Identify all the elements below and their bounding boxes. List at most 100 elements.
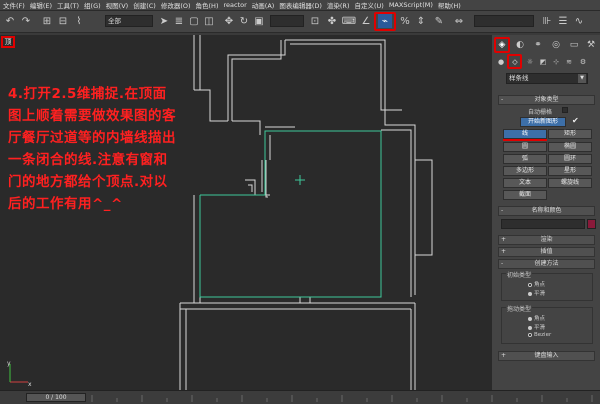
wall-line xyxy=(248,184,253,192)
select-by-name-icon[interactable]: ≣ xyxy=(172,14,186,28)
menu-item[interactable]: 角色(H) xyxy=(196,0,219,10)
drag-type-corner-radio[interactable]: 角点 xyxy=(528,314,545,322)
rect-selection-region-icon[interactable]: ▢ xyxy=(187,14,201,28)
window-crossing-icon[interactable]: ◫ xyxy=(202,14,216,28)
menu-item[interactable]: MAXScript(M) xyxy=(389,1,433,9)
named-selection-sets-icon[interactable]: ✎ xyxy=(432,14,446,28)
spinner-snap-icon[interactable]: ⇕ xyxy=(414,14,428,28)
pivot-center-icon[interactable]: ⊡ xyxy=(308,14,322,28)
wall-line xyxy=(380,95,402,111)
select-manipulate-icon[interactable]: ✤ xyxy=(325,14,339,28)
wall-line xyxy=(231,40,282,121)
select-move-icon[interactable]: ✥ xyxy=(222,14,236,28)
shape-button-circle[interactable]: 圆 xyxy=(503,142,547,152)
select-object-icon[interactable]: ➤ xyxy=(157,14,171,28)
percent-snap-icon[interactable]: % xyxy=(398,14,412,28)
shape-button-text[interactable]: 文本 xyxy=(503,178,547,188)
checkmark-icon[interactable]: ✔ xyxy=(572,116,579,125)
lights-icon[interactable]: ☼ xyxy=(525,57,535,67)
shape-button-ngon[interactable]: 多边形 xyxy=(503,166,547,176)
shape-button-arc[interactable]: 弧 xyxy=(503,154,547,164)
shape-button-line[interactable]: 线 xyxy=(503,129,547,139)
shape-button-donut[interactable]: 圆环 xyxy=(548,154,592,164)
svg-text:x: x xyxy=(28,381,32,388)
menu-item[interactable]: 修改器(O) xyxy=(161,0,191,10)
shape-button-helix[interactable]: 螺旋线 xyxy=(548,178,592,188)
menu-item[interactable]: 工具(T) xyxy=(57,0,79,10)
menu-item[interactable]: 视图(V) xyxy=(106,0,129,10)
timeline-ticks[interactable] xyxy=(90,394,595,402)
drag-type-bezier-radio[interactable]: Bezier xyxy=(528,332,551,338)
floor-plan[interactable] xyxy=(170,35,491,390)
object-color-swatch[interactable] xyxy=(587,219,596,229)
traced-spline[interactable] xyxy=(199,130,382,298)
menu-item[interactable]: 自定义(U) xyxy=(354,0,383,10)
select-scale-icon[interactable]: ▣ xyxy=(252,14,266,28)
axis-tripod-icon: x y xyxy=(7,360,32,388)
curve-editor-icon[interactable]: ∿ xyxy=(572,14,586,28)
viewport-label[interactable]: 顶 xyxy=(1,36,15,48)
menu-item[interactable]: 图表编辑器(D) xyxy=(279,0,322,10)
menu-item[interactable]: 创建(C) xyxy=(133,0,156,10)
hierarchy-tab-icon[interactable]: ⚭ xyxy=(532,39,544,51)
menu-item[interactable]: 编辑(E) xyxy=(30,0,52,10)
name-color-header: 名称和颜色 xyxy=(531,207,562,214)
display-tab-icon[interactable]: ▭ xyxy=(568,39,580,51)
menu-item[interactable]: 帮助(H) xyxy=(438,0,461,10)
named-selection-input[interactable] xyxy=(474,15,534,27)
shape-button-ellipse[interactable]: 椭圆 xyxy=(548,142,592,152)
menu-item[interactable]: 组(G) xyxy=(84,0,101,10)
shape-button-star[interactable]: 星形 xyxy=(548,166,592,176)
keyboard-entry-rollout[interactable]: + 键盘输入 xyxy=(498,351,595,361)
select-rotate-icon[interactable]: ↻ xyxy=(237,14,251,28)
command-panel: ◈ ◐ ⚭ ◎ ▭ ⚒ ● ◇ ☼ ◩ ⊹ ≋ ⚙ 样条线 ▼ - 对象类型 自… xyxy=(491,35,600,390)
drag-type-smooth-radio[interactable]: 平滑 xyxy=(528,323,545,331)
shape-button-rectangle[interactable]: 矩形 xyxy=(548,129,592,139)
category-dropdown[interactable]: 样条线 ▼ xyxy=(506,73,588,84)
mirror-icon[interactable]: ⇔ xyxy=(452,14,466,28)
modify-tab-icon[interactable]: ◐ xyxy=(514,39,526,51)
object-name-input[interactable] xyxy=(501,219,585,229)
rendering-rollout[interactable]: + 渲染 xyxy=(498,235,595,245)
shape-button-section[interactable]: 截面 xyxy=(503,190,547,200)
name-color-rollout[interactable]: - 名称和颜色 xyxy=(498,206,595,216)
select-link-icon[interactable]: ⊞ xyxy=(40,14,54,28)
instruction-text: 4.打开2.5维捕捉.在顶面图上顺着需要做效果图的客厅餐厅过道等的内墙线描出一条… xyxy=(8,86,176,212)
time-slider[interactable]: 0 / 100 xyxy=(26,393,86,402)
motion-tab-icon[interactable]: ◎ xyxy=(550,39,562,51)
wall-line xyxy=(265,160,268,198)
helpers-icon[interactable]: ⊹ xyxy=(551,57,561,67)
systems-icon[interactable]: ⚙ xyxy=(578,57,588,67)
align-icon[interactable]: ⊪ xyxy=(540,14,554,28)
start-new-shape-button[interactable]: 开始新图形 xyxy=(520,117,566,127)
keyboard-shortcut-icon[interactable]: ⌨ xyxy=(342,14,356,28)
auto-grid-checkbox[interactable] xyxy=(562,107,568,113)
menu-item[interactable]: reactor xyxy=(223,1,246,9)
utilities-tab-icon[interactable]: ⚒ xyxy=(585,39,597,51)
initial-type-smooth-radio[interactable]: 平滑 xyxy=(528,289,545,297)
reference-coord-dropdown[interactable] xyxy=(270,15,304,27)
menu-item[interactable]: 动画(A) xyxy=(252,0,275,10)
object-type-rollout[interactable]: - 对象类型 xyxy=(498,95,595,105)
object-type-header: 对象类型 xyxy=(534,96,559,103)
shapes-highlight xyxy=(507,54,522,69)
undo-icon[interactable]: ↶ xyxy=(3,14,17,28)
cameras-icon[interactable]: ◩ xyxy=(538,57,548,67)
initial-type-corner-radio[interactable]: 角点 xyxy=(528,280,545,288)
redo-icon[interactable]: ↷ xyxy=(19,14,33,28)
interpolation-rollout[interactable]: + 插值 xyxy=(498,247,595,257)
expand-icon: + xyxy=(501,236,507,243)
menu-item[interactable]: 文件(F) xyxy=(3,0,25,10)
unlink-icon[interactable]: ⊟ xyxy=(56,14,70,28)
top-viewport[interactable]: 顶 4.打开2.5维捕捉.在顶面图上顺着需要做效果图的客厅餐厅过道等的内墙线描出… xyxy=(0,35,491,390)
creation-method-rollout[interactable]: - 创建方法 xyxy=(498,259,595,269)
layer-manager-icon[interactable]: ☰ xyxy=(556,14,570,28)
angle-snap-icon[interactable]: ∠ xyxy=(359,14,373,28)
selection-filter-dropdown[interactable]: 全部 xyxy=(105,15,153,27)
expand-icon: + xyxy=(501,352,507,359)
interpolation-header: 插值 xyxy=(540,248,553,255)
menu-item[interactable]: 渲染(R) xyxy=(327,0,350,10)
space-warps-icon[interactable]: ≋ xyxy=(564,57,574,67)
bind-space-warp-icon[interactable]: ⌇ xyxy=(72,14,86,28)
geometry-icon[interactable]: ● xyxy=(496,57,506,67)
